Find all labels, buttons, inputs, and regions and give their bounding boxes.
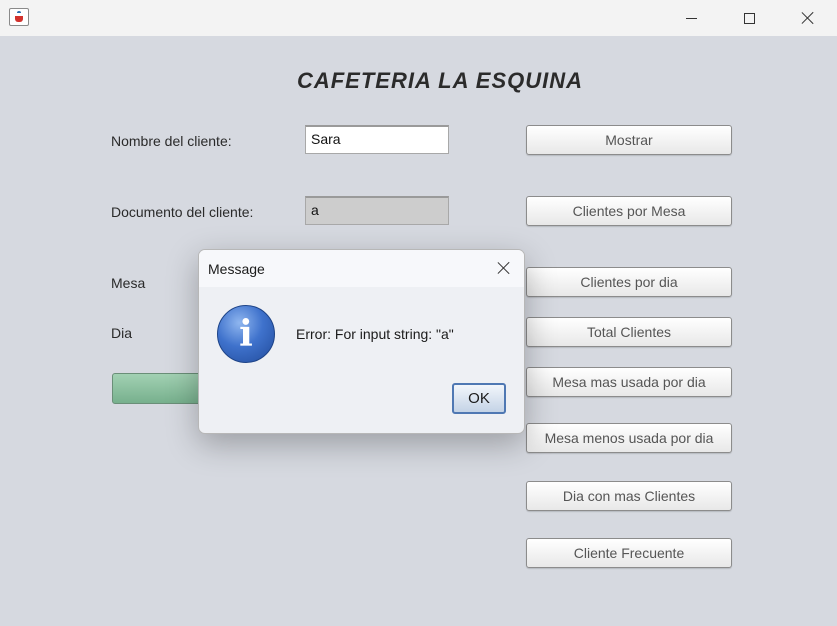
info-icon: i [217, 305, 275, 363]
dia-label: Dia [111, 325, 133, 341]
close-icon [801, 11, 815, 25]
dialog-titlebar: Message [199, 250, 524, 287]
nombre-label: Nombre del cliente: [111, 133, 232, 149]
window-titlebar [0, 0, 837, 36]
clientes-por-mesa-button[interactable]: Clientes por Mesa [526, 196, 732, 226]
close-icon [497, 261, 511, 275]
dia-con-mas-clientes-button[interactable]: Dia con mas Clientes [526, 481, 732, 511]
message-dialog: Message i Error: For input string: "a" O… [198, 249, 525, 434]
mesa-menos-usada-button[interactable]: Mesa menos usada por dia [526, 423, 732, 453]
minimize-icon [685, 17, 697, 19]
nombre-input[interactable]: Sara [305, 125, 449, 154]
total-clientes-button[interactable]: Total Clientes [526, 317, 732, 347]
ok-button[interactable]: OK [452, 383, 506, 414]
maximize-icon [743, 12, 755, 24]
maximize-button[interactable] [726, 0, 772, 36]
clientes-por-dia-button[interactable]: Clientes por dia [526, 267, 732, 297]
dialog-title: Message [208, 261, 265, 277]
app-title: CAFETERIA LA ESQUINA [296, 68, 584, 93]
java-cup-icon[interactable] [9, 8, 29, 26]
cliente-frecuente-button[interactable]: Cliente Frecuente [526, 538, 732, 568]
close-button[interactable] [785, 0, 831, 36]
minimize-button[interactable] [668, 0, 714, 36]
dialog-close-button[interactable] [491, 255, 517, 281]
documento-label: Documento del cliente: [111, 204, 254, 220]
mesa-mas-usada-button[interactable]: Mesa mas usada por dia [526, 367, 732, 397]
documento-input[interactable]: a [305, 196, 449, 225]
mesa-label: Mesa [111, 275, 146, 291]
add-client-button[interactable] [112, 373, 212, 404]
mostrar-button[interactable]: Mostrar [526, 125, 732, 155]
dialog-message: Error: For input string: "a" [296, 326, 454, 342]
